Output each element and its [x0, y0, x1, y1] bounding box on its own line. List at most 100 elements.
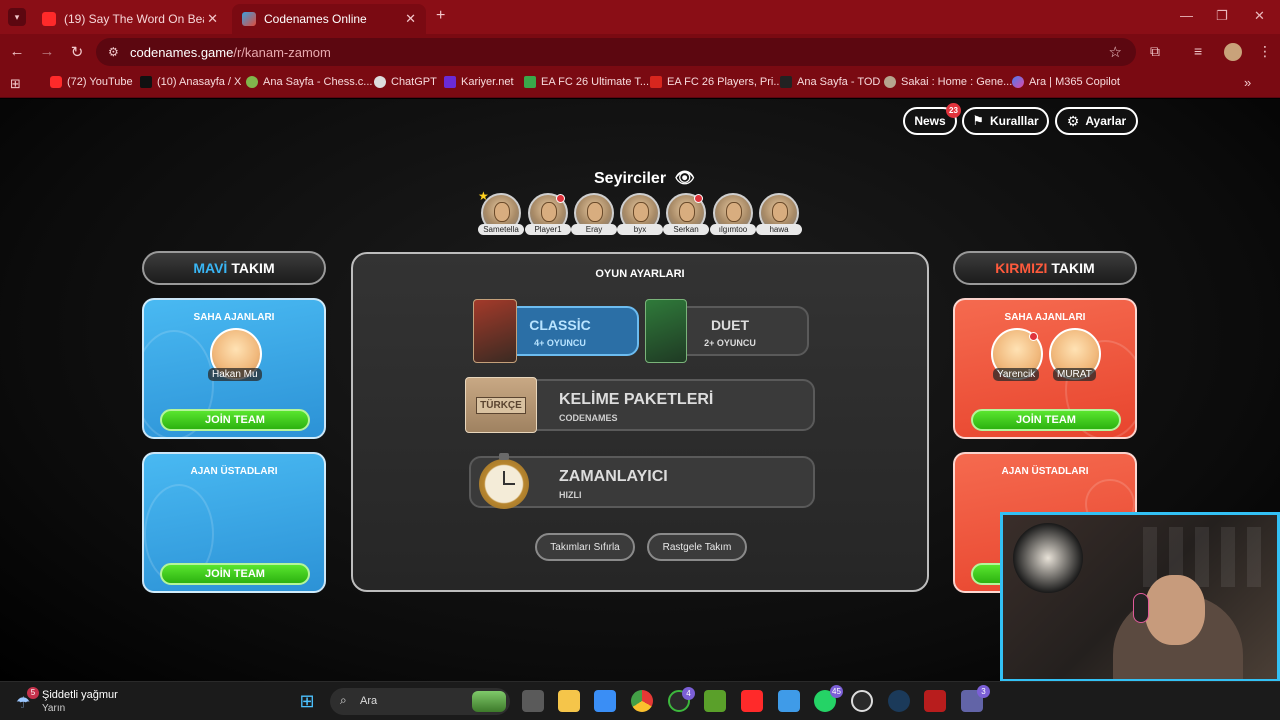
status-dot: [556, 194, 565, 203]
taskbar-search[interactable]: ⌕ Ara: [330, 688, 510, 715]
bookmark-youtube[interactable]: (72) YouTube: [50, 76, 133, 88]
spectators-title: Seyirciler 👁: [594, 168, 695, 188]
bookmark-x[interactable]: (10) Anasayfa / X: [140, 76, 241, 88]
bookmark-label: EA FC 26 Players, Pri...: [667, 76, 783, 88]
bookmark-copilot[interactable]: Ara | M365 Copilot: [1012, 76, 1120, 88]
store-icon[interactable]: [594, 690, 616, 712]
youtube-icon: [50, 76, 62, 88]
operatives-title: SAHA AJANLARI: [1004, 312, 1086, 323]
photos-icon[interactable]: [778, 690, 800, 712]
address-bar[interactable]: ⚙ codenames.game/r/kanam-zamom ☆: [96, 38, 1136, 66]
reload-icon[interactable]: ↻: [68, 43, 86, 61]
nvidia-icon[interactable]: [704, 690, 726, 712]
face: [679, 202, 695, 222]
operatives-title: SAHA AJANLARI: [193, 312, 275, 323]
bookmark-sakai[interactable]: Sakai : Home : Gene...: [884, 76, 1012, 88]
spectator-name: Serkan: [663, 224, 709, 235]
bookmark-tod[interactable]: Ana Sayfa - TOD: [780, 76, 880, 88]
random-teams-button[interactable]: Rastgele Takım: [647, 533, 747, 561]
eye-icon: 👁: [674, 170, 695, 187]
classic-box-art: [473, 299, 517, 363]
spectator-name: Sametella: [478, 224, 524, 235]
bookmark-kariyer[interactable]: Kariyer.net: [444, 76, 514, 88]
forward-arrow-icon[interactable]: →: [38, 43, 56, 60]
turkce-pack-box: TÜRKÇE: [465, 377, 537, 433]
bookmark-ea-fc-players[interactable]: EA FC 26 Players, Pri...: [650, 76, 783, 88]
browser-toolbar: ← → ↻ ⚙ codenames.game/r/kanam-zamom ☆ ⧉…: [0, 34, 1280, 70]
bookmark-label: (10) Anasayfa / X: [157, 76, 242, 88]
red-operatives-join-button[interactable]: JOİN TEAM: [971, 409, 1121, 431]
window-close-icon[interactable]: ✕: [1254, 8, 1265, 24]
tab-search-icon[interactable]: ▾: [8, 8, 26, 26]
word-packs-value: CODENAMES: [559, 413, 618, 423]
bookmark-label: Ana Sayfa - Chess.c...: [263, 76, 373, 88]
blue-operatives-join-button[interactable]: JOİN TEAM: [160, 409, 310, 431]
blue-team-name: MAVİ: [193, 260, 228, 276]
timer-value: HIZLI: [559, 490, 582, 500]
url-text: codenames.game/r/kanam-zamom: [130, 45, 331, 60]
weather-sub: Yarın: [42, 703, 66, 714]
bookmark-label: ChatGPT: [391, 76, 437, 88]
close-icon[interactable]: ✕: [405, 11, 416, 27]
news-button[interactable]: News 23: [903, 103, 961, 135]
steam-icon[interactable]: [888, 690, 910, 712]
task-view-icon[interactable]: [522, 690, 544, 712]
settings-button[interactable]: ⚙ Ayarlar: [1055, 107, 1138, 135]
extensions-icon[interactable]: ⧉: [1150, 43, 1160, 60]
bookmark-ea-fc[interactable]: EA FC 26 Ultimate T...: [524, 76, 649, 88]
weather-widget[interactable]: ☂ 5 Şiddetli yağmur Yarın: [16, 687, 146, 717]
windows-taskbar: ☂ 5 Şiddetli yağmur Yarın ⊞ ⌕ Ara 4 45 3: [0, 681, 1280, 720]
spectator-name: Player1: [525, 224, 571, 235]
bookmark-label: Ara | M365 Copilot: [1029, 76, 1120, 88]
whatsapp-badge: 45: [830, 685, 843, 698]
kariyer-icon: [444, 76, 456, 88]
xbox-icon[interactable]: 4: [668, 687, 695, 712]
new-tab-button[interactable]: +: [436, 7, 445, 25]
maximize-icon[interactable]: ❐: [1216, 8, 1228, 24]
app-icon[interactable]: [924, 690, 946, 712]
teams-badge: 3: [977, 685, 990, 698]
sakai-icon: [884, 76, 896, 88]
reset-teams-button[interactable]: Takımları Sıfırla: [535, 533, 635, 561]
site-info-icon[interactable]: ⚙: [108, 45, 119, 59]
more-bookmarks-icon[interactable]: »: [1244, 75, 1251, 90]
bookmark-star-icon[interactable]: ☆: [1109, 43, 1122, 61]
player-name: MURAT: [1053, 368, 1096, 381]
team-word: TAKIM: [231, 260, 275, 276]
bookmark-chatgpt[interactable]: ChatGPT: [374, 76, 437, 88]
bookmark-label: (72) YouTube: [67, 76, 133, 88]
bookmark-chess[interactable]: Ana Sayfa - Chess.c...: [246, 76, 372, 88]
gear-icon: ⚙: [1066, 112, 1080, 129]
apps-grid-icon[interactable]: ⊞: [10, 76, 21, 92]
rules-button[interactable]: ⚑ Kuralllar: [962, 107, 1049, 135]
browser-tab-bar: ▾ (19) Say The Word On Beat Tür ✕ Codena…: [0, 0, 1280, 34]
teams-icon[interactable]: 3: [961, 685, 990, 712]
chatgpt-icon: [374, 76, 386, 88]
spectator-name: Eray: [571, 224, 617, 235]
game-settings-title: OYUN AYARLARI: [595, 268, 685, 280]
search-highlight-art: [472, 691, 506, 712]
file-explorer-icon[interactable]: [558, 690, 580, 712]
player-name: Yarencik: [993, 368, 1040, 381]
obs-icon[interactable]: [851, 690, 873, 712]
bookmark-icon: ⚑: [972, 113, 984, 128]
minimize-icon[interactable]: —: [1180, 8, 1193, 23]
tab-youtube[interactable]: (19) Say The Word On Beat Tür ✕: [32, 4, 228, 34]
chrome-icon[interactable]: [631, 690, 653, 712]
blue-spymasters-join-button[interactable]: JOİN TEAM: [160, 563, 310, 585]
youtube-icon[interactable]: [741, 690, 763, 712]
status-dot: [694, 194, 703, 203]
headset-icon: [1133, 593, 1149, 623]
lion-poster: [1013, 523, 1083, 593]
bookmark-label: Kariyer.net: [461, 76, 514, 88]
profile-avatar[interactable]: [1224, 43, 1242, 61]
media-control-icon[interactable]: ≡: [1194, 43, 1202, 59]
whatsapp-icon[interactable]: 45: [814, 685, 843, 712]
menu-dots-icon[interactable]: ⋮: [1258, 43, 1272, 60]
spectator-name: ılgımtoo: [710, 224, 756, 235]
tab-codenames[interactable]: Codenames Online ✕: [232, 4, 426, 34]
bookmark-label: Ana Sayfa - TOD: [797, 76, 881, 88]
back-arrow-icon[interactable]: ←: [8, 43, 26, 60]
close-icon[interactable]: ✕: [207, 11, 218, 27]
start-button[interactable]: ⊞: [296, 690, 318, 712]
